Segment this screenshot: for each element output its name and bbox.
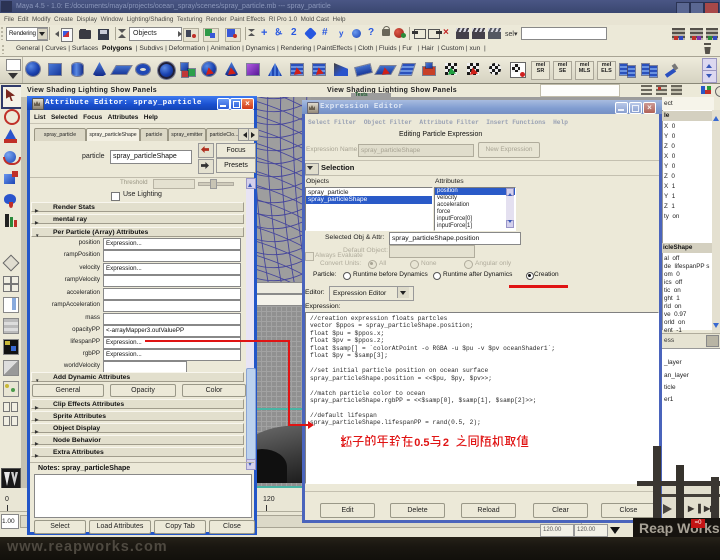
svg-text:2: 2 [443,437,449,449]
svg-text:0.5: 0.5 [414,437,429,449]
